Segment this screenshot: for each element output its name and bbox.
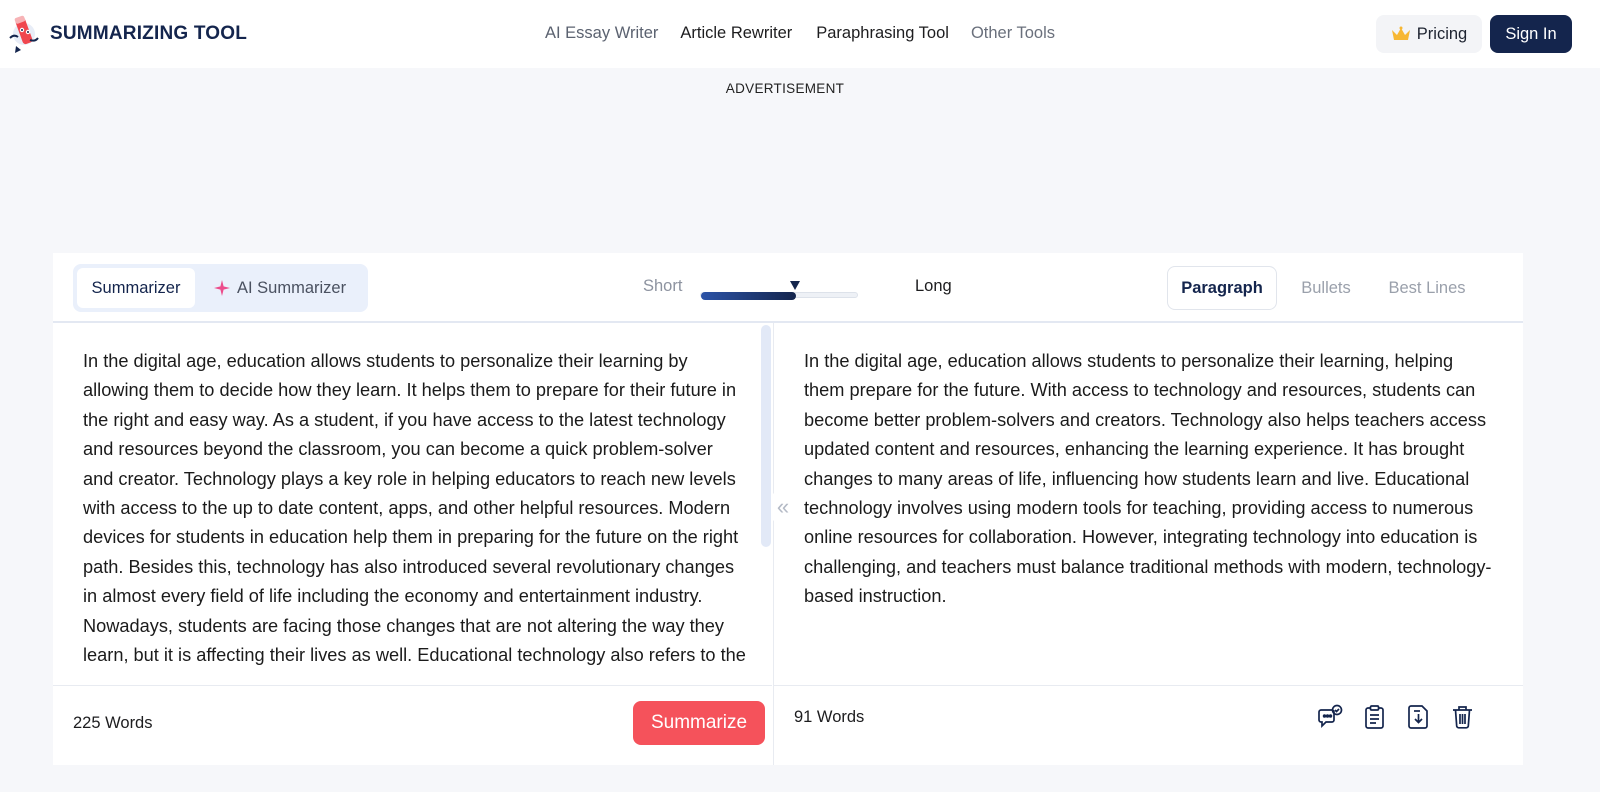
- logo[interactable]: SUMMARIZING TOOL: [6, 12, 247, 56]
- summary-length-slider: Short Long: [643, 271, 963, 301]
- pricing-label: Pricing: [1416, 24, 1468, 43]
- tab-bullets[interactable]: Bullets: [1277, 266, 1375, 310]
- brand-name: SUMMARIZING TOOL: [50, 23, 248, 44]
- collapse-chevron-icon[interactable]: «: [772, 493, 794, 521]
- main-nav: AI Essay Writer Article Rewriter Paraphr…: [545, 24, 1055, 43]
- output-text: In the digital age, education allows stu…: [804, 351, 1492, 607]
- summarize-button[interactable]: Summarize: [633, 701, 765, 745]
- nav-article-rewriter[interactable]: Article Rewriter: [680, 24, 792, 43]
- nav-other-tools[interactable]: Other Tools: [971, 24, 1055, 43]
- output-pane: In the digital age, education allows stu…: [773, 323, 1523, 685]
- tab-ai-summarizer[interactable]: AI Summarizer: [213, 268, 346, 308]
- sign-in-button[interactable]: Sign In: [1490, 15, 1572, 53]
- download-icon[interactable]: [1406, 704, 1431, 730]
- tab-summarizer[interactable]: Summarizer: [77, 268, 195, 308]
- input-footer: 225 Words Summarize: [53, 685, 772, 765]
- ai-summarizer-label: AI Summarizer: [237, 278, 347, 297]
- clipboard-icon[interactable]: [1362, 704, 1387, 730]
- input-text[interactable]: In the digital age, education allows stu…: [83, 347, 748, 670]
- output-footer: 91 Words: [773, 685, 1523, 765]
- nav-paraphrasing-tool[interactable]: Paraphrasing Tool: [816, 24, 949, 43]
- slider-track[interactable]: [700, 292, 858, 300]
- top-header: SUMMARIZING TOOL AI Essay Writer Article…: [0, 0, 1600, 68]
- tab-paragraph[interactable]: Paragraph: [1167, 266, 1277, 310]
- input-word-count: 225 Words: [73, 714, 153, 732]
- trash-icon[interactable]: [1450, 704, 1475, 730]
- tab-best-lines[interactable]: Best Lines: [1375, 266, 1479, 310]
- pricing-button[interactable]: Pricing: [1376, 15, 1482, 53]
- output-actions: [1318, 704, 1475, 730]
- nav-ai-essay-writer[interactable]: AI Essay Writer: [545, 24, 658, 43]
- summarizer-card: Summarizer AI Summarizer Short Long Para…: [53, 253, 1523, 765]
- mode-switch: Summarizer AI Summarizer: [73, 264, 368, 312]
- output-format-tabs: Paragraph Bullets Best Lines: [1167, 266, 1479, 310]
- slider-long-label: Long: [915, 277, 952, 295]
- input-scrollbar[interactable]: [761, 325, 771, 547]
- slider-fill: [701, 292, 796, 300]
- sparkle-icon: [214, 280, 230, 296]
- summarizer-toolbar: Summarizer AI Summarizer Short Long Para…: [53, 253, 1523, 323]
- crown-icon: [1391, 26, 1410, 40]
- slider-handle[interactable]: [789, 281, 800, 290]
- pencil-mascot-icon: [9, 15, 39, 53]
- input-pane[interactable]: In the digital age, education allows stu…: [53, 323, 772, 685]
- advertisement-label: ADVERTISEMENT: [725, 81, 845, 96]
- output-word-count: 91 Words: [794, 708, 865, 726]
- feedback-icon[interactable]: [1318, 704, 1343, 730]
- slider-short-label: Short: [643, 277, 683, 295]
